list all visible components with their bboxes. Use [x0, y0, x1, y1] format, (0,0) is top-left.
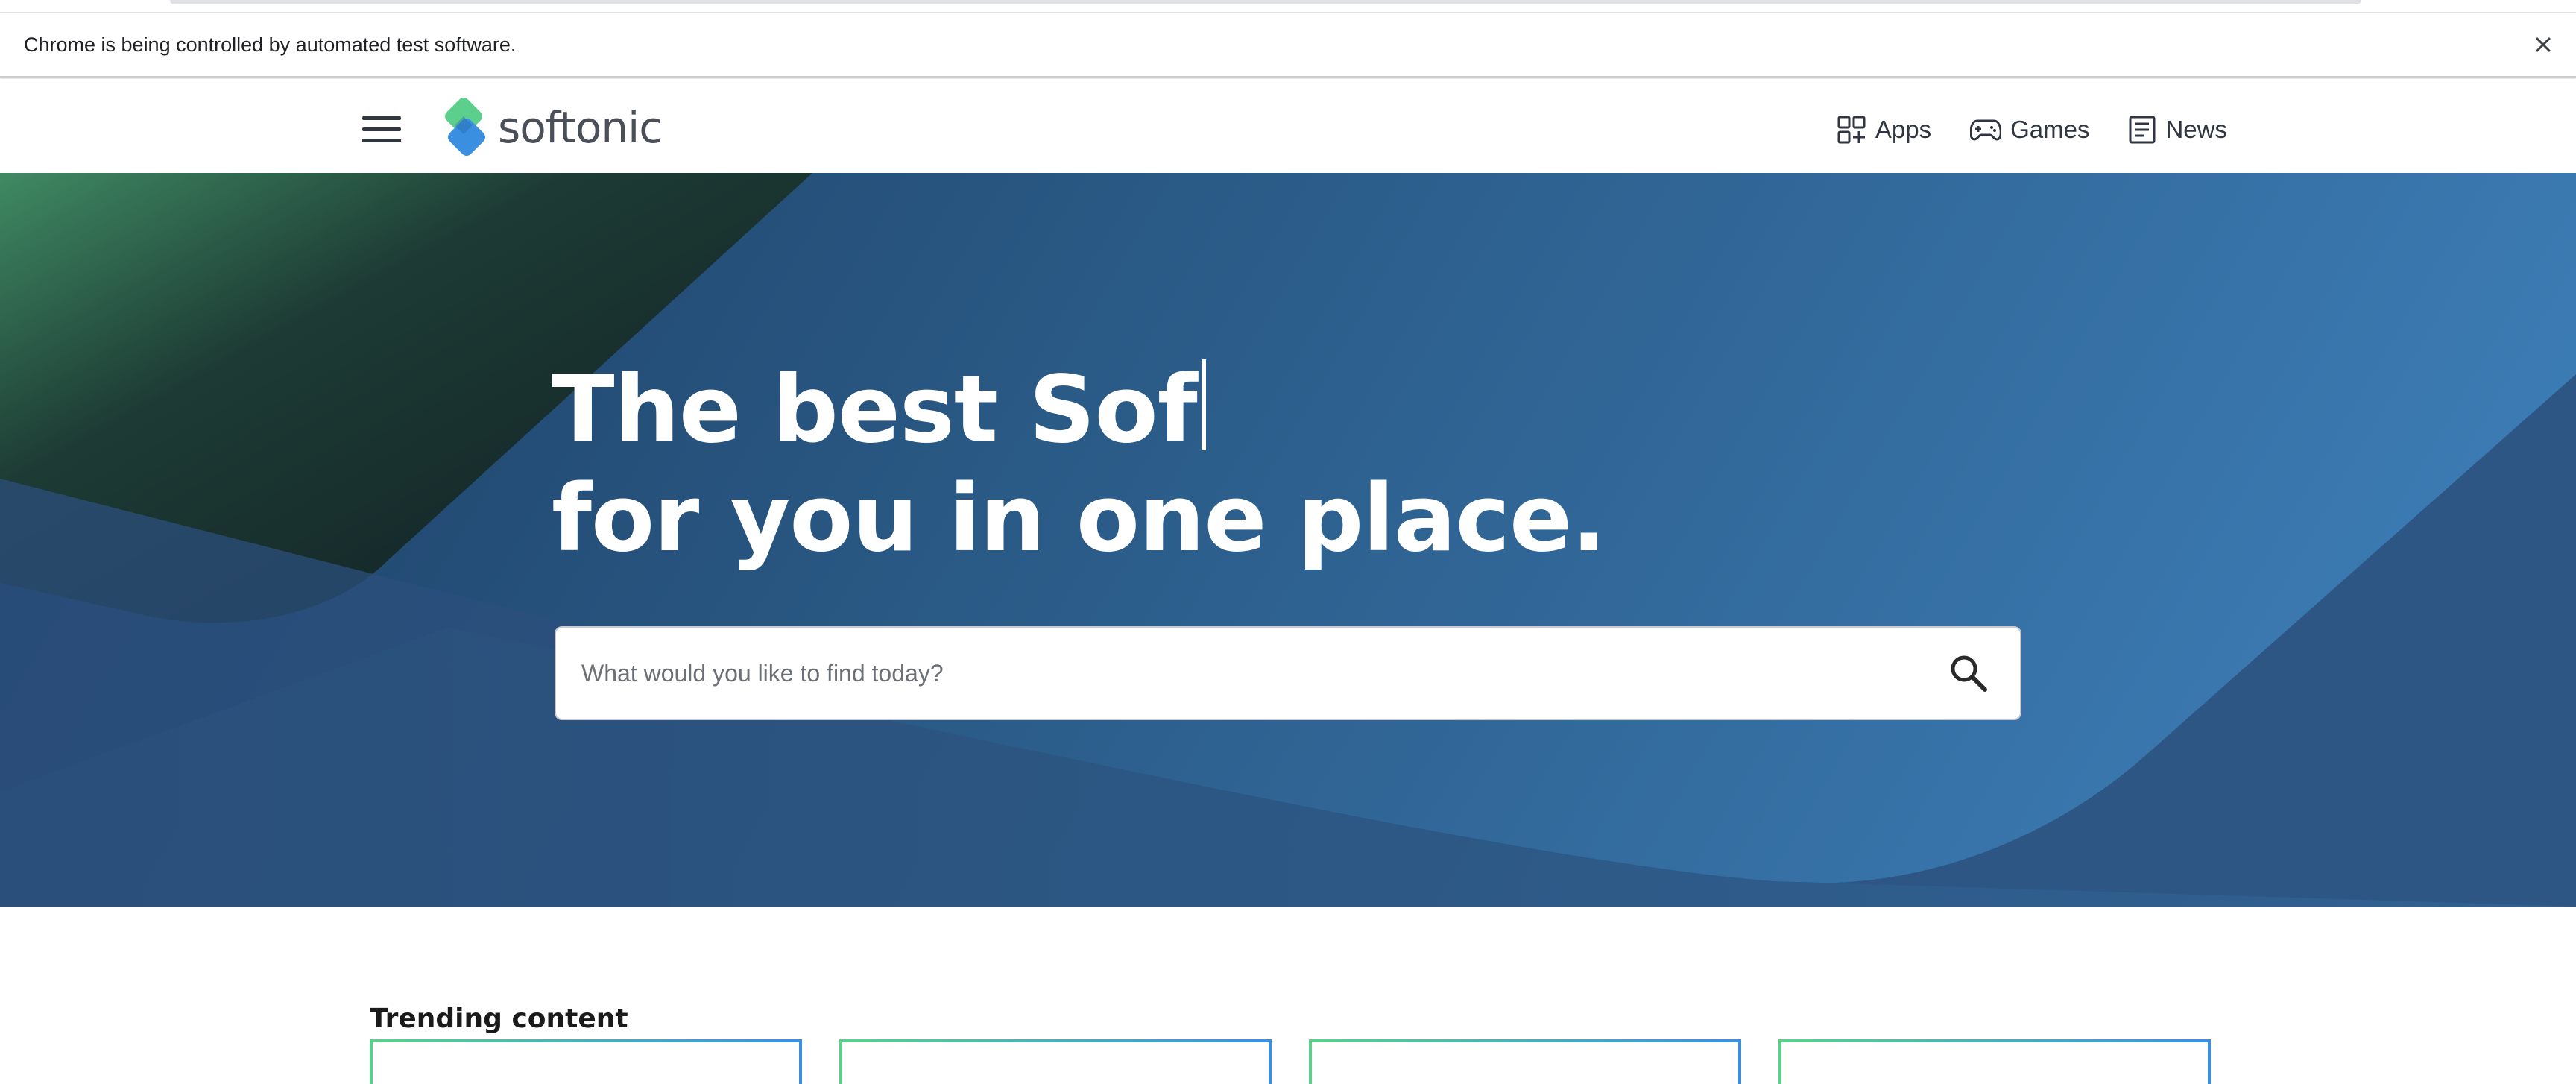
nav-news-label: News	[2165, 116, 2227, 143]
close-icon[interactable]	[2530, 31, 2557, 58]
nav-apps[interactable]: Apps	[1837, 115, 1931, 145]
typing-caret	[1201, 359, 1206, 451]
infobar-message: Chrome is being controlled by automated …	[24, 33, 517, 56]
search-bar	[555, 626, 2021, 720]
trending-card[interactable]	[839, 1039, 1272, 1084]
automation-infobar: Chrome is being controlled by automated …	[0, 12, 2576, 78]
address-bar-edge	[170, 0, 2361, 4]
hero-title-line-1: The best Sof	[552, 356, 1606, 464]
search-icon[interactable]	[1935, 640, 2002, 707]
hamburger-icon[interactable]	[358, 106, 405, 154]
trending-card[interactable]	[1309, 1039, 1741, 1084]
hero-title: The best Sof for you in one place.	[552, 356, 1606, 573]
trending-card[interactable]	[370, 1039, 802, 1084]
trending-card[interactable]	[1778, 1039, 2211, 1084]
main-nav: Apps Games News	[1837, 106, 2227, 154]
search-input[interactable]	[580, 658, 1935, 688]
trending-cards	[370, 1039, 2211, 1084]
softonic-logo-icon	[445, 98, 485, 156]
hero-title-line-2: for you in one place.	[552, 465, 1606, 573]
browser-tab-strip	[0, 0, 2576, 12]
nav-apps-label: Apps	[1875, 116, 1932, 143]
nav-games-label: Games	[2010, 116, 2090, 143]
nav-news[interactable]: News	[2128, 115, 2227, 145]
newspaper-icon	[2129, 116, 2156, 144]
nav-games[interactable]: Games	[1970, 116, 2089, 144]
softonic-logo[interactable]: softonic	[438, 94, 663, 161]
trending-title: Trending content	[370, 1003, 628, 1034]
logo-text: softonic	[498, 102, 663, 153]
gamepad-icon	[1970, 119, 2002, 141]
site-header: softonic Apps Games News	[0, 79, 2576, 173]
hero-banner: The best Sof for you in one place.	[0, 173, 2576, 907]
apps-grid-icon	[1837, 116, 1866, 144]
